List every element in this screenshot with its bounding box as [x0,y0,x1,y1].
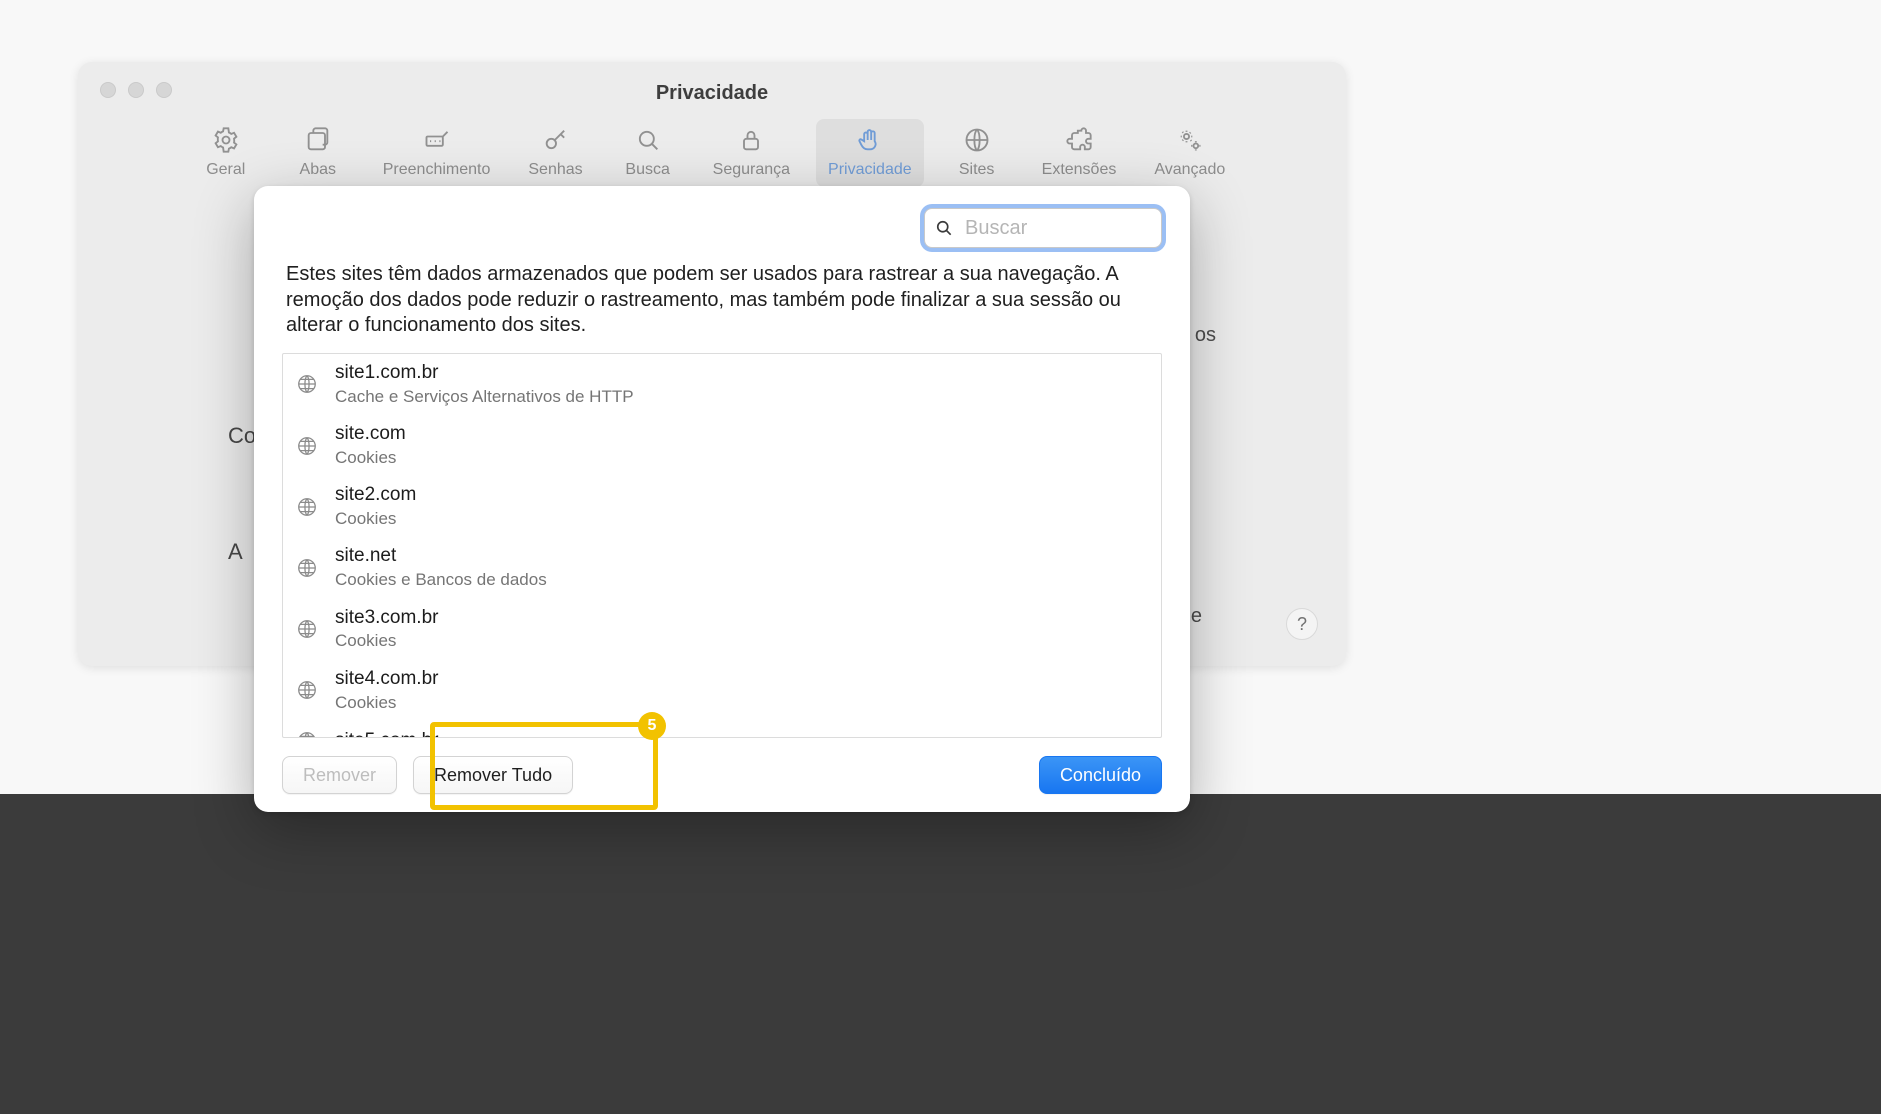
globe-icon [295,617,319,641]
search-icon [934,218,954,238]
website-data-dialog: Estes sites têm dados armazenados que po… [254,186,1190,812]
globe-icon [295,434,319,458]
search-field-wrap [924,208,1162,248]
website-data-text: site.comCookies [335,423,406,468]
website-data-row[interactable]: site2.comCookies [283,476,1161,537]
website-name: site.com [335,423,406,446]
website-data-row[interactable]: site4.com.brCookies [283,660,1161,721]
remove-all-button[interactable]: Remover Tudo [413,756,573,794]
website-name: site2.com [335,484,416,507]
website-name: site3.com.br [335,607,438,630]
website-data-text: site4.com.brCookies [335,668,438,713]
globe-icon [295,372,319,396]
website-data-row[interactable]: site3.com.brCookies [283,599,1161,660]
website-detail: Cache e Serviços Alternativos de HTTP [335,387,634,407]
page-bottom-bar [0,794,1881,1114]
website-data-text: site5.com.br [335,730,438,739]
website-data-list[interactable]: site1.com.brCache e Serviços Alternativo… [282,353,1162,738]
website-detail: Cookies [335,631,438,651]
search-input[interactable] [924,208,1162,248]
website-name: site.net [335,545,547,568]
website-data-text: site2.comCookies [335,484,416,529]
website-detail: Cookies [335,509,416,529]
website-name: site1.com.br [335,362,634,385]
globe-icon [295,729,319,738]
website-data-row[interactable]: site.netCookies e Bancos de dados [283,537,1161,598]
website-name: site5.com.br [335,730,438,739]
website-data-text: site3.com.brCookies [335,607,438,652]
website-data-row[interactable]: site5.com.br [283,721,1161,738]
dialog-footer: Remover Remover Tudo Concluído [282,738,1162,794]
globe-icon [295,678,319,702]
done-button[interactable]: Concluído [1039,756,1162,794]
website-detail: Cookies [335,448,406,468]
website-data-text: site.netCookies e Bancos de dados [335,545,547,590]
dialog-description: Estes sites têm dados armazenados que po… [286,262,1158,339]
globe-icon [295,556,319,580]
website-data-text: site1.com.brCache e Serviços Alternativo… [335,362,634,407]
website-name: site4.com.br [335,668,438,691]
remove-button[interactable]: Remover [282,756,397,794]
website-data-row[interactable]: site.comCookies [283,415,1161,476]
globe-icon [295,495,319,519]
website-data-row[interactable]: site1.com.brCache e Serviços Alternativo… [283,354,1161,415]
website-detail: Cookies e Bancos de dados [335,570,547,590]
website-detail: Cookies [335,693,438,713]
